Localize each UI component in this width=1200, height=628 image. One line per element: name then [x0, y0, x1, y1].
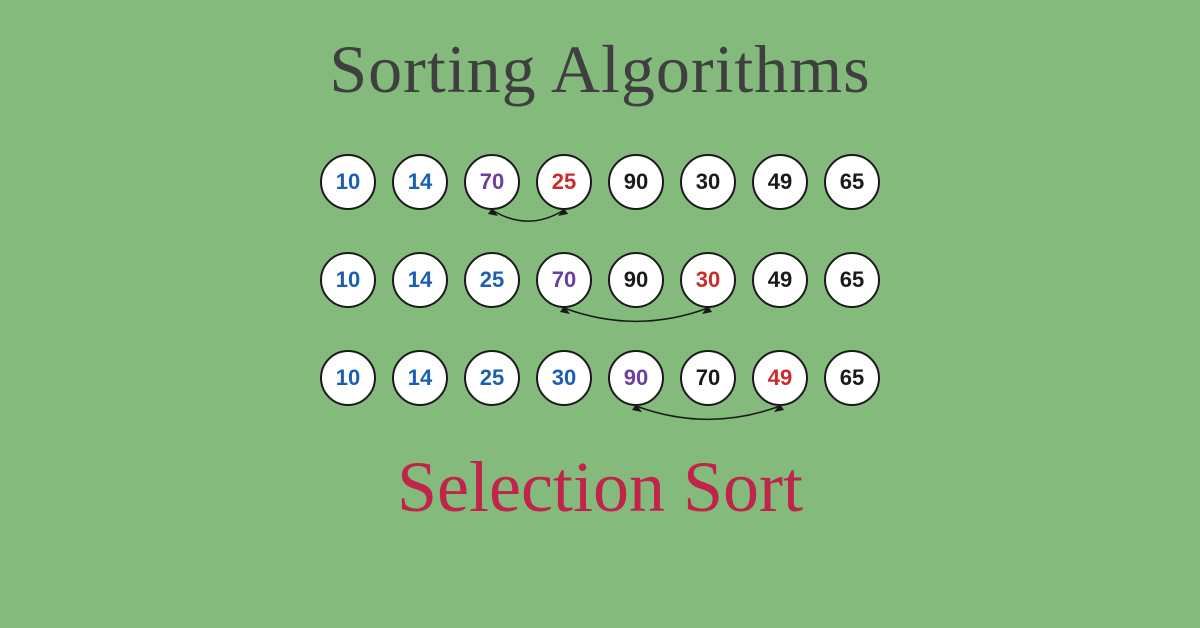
- page-title: Sorting Algorithms: [329, 30, 870, 109]
- array-cell: 65: [824, 154, 880, 210]
- sort-row-2: 10 14 25 70 90 30 49 65: [320, 252, 880, 308]
- array-cell: 49: [752, 154, 808, 210]
- array-cell: 70: [536, 252, 592, 308]
- array-cell: 10: [320, 252, 376, 308]
- array-cell: 25: [464, 252, 520, 308]
- swap-arrow-icon: [626, 402, 790, 447]
- array-cell: 90: [608, 252, 664, 308]
- array-cell: 49: [752, 252, 808, 308]
- diagram-rows: 10 14 70 25 90 30 49 65 10 14 25 70 90 30 49 65 10 14 25…: [320, 154, 880, 406]
- array-cell: 90: [608, 154, 664, 210]
- array-cell: 65: [824, 252, 880, 308]
- array-cell: 49: [752, 350, 808, 406]
- array-cell: 90: [608, 350, 664, 406]
- array-cell: 30: [680, 252, 736, 308]
- array-cell: 70: [680, 350, 736, 406]
- array-cell: 14: [392, 154, 448, 210]
- array-cell: 30: [680, 154, 736, 210]
- array-cell: 25: [536, 154, 592, 210]
- array-cell: 25: [464, 350, 520, 406]
- array-cell: 70: [464, 154, 520, 210]
- array-cell: 10: [320, 350, 376, 406]
- page-subtitle: Selection Sort: [397, 446, 803, 529]
- array-cell: 30: [536, 350, 592, 406]
- swap-arrow-icon: [482, 206, 574, 246]
- sort-row-1: 10 14 70 25 90 30 49 65: [320, 154, 880, 210]
- array-cell: 65: [824, 350, 880, 406]
- array-cell: 14: [392, 252, 448, 308]
- swap-arrow-icon: [554, 304, 718, 349]
- array-cell: 14: [392, 350, 448, 406]
- sort-row-3: 10 14 25 30 90 70 49 65: [320, 350, 880, 406]
- array-cell: 10: [320, 154, 376, 210]
